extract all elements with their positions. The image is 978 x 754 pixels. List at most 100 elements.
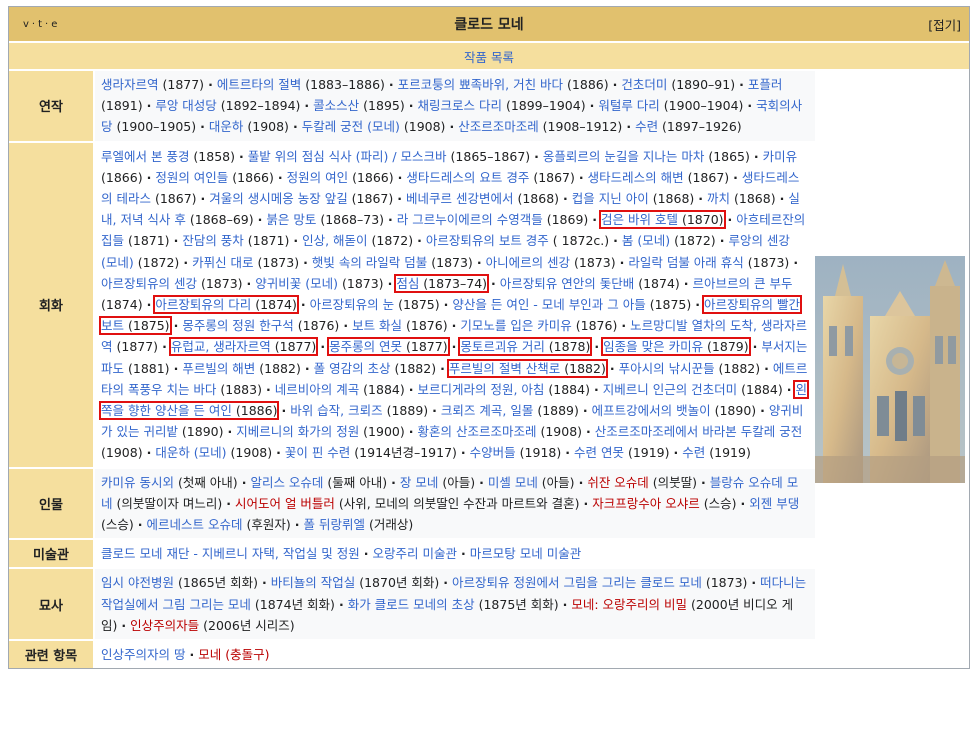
list-item: 라일락 덤불 아래 휴식 (1873) [628,255,789,270]
work-link[interactable]: 꽃이 핀 수련 [285,445,350,460]
work-link[interactable]: 폴 뒤랑뤼엘 [303,517,364,532]
work-link[interactable]: 임시 야전병원 [101,575,174,590]
work-link[interactable]: 양귀비꽃 (모네) [255,276,338,291]
work-link[interactable]: 생타드레스의 요트 경주 [406,170,529,185]
work-link[interactable]: 산조르조마조레 [458,119,539,134]
navbox-title[interactable]: 클로드 모네 [9,14,969,34]
work-link[interactable]: 아르장퇴유의 센강 [101,276,197,291]
work-link[interactable]: 루앙 대성당 [155,98,216,113]
work-link[interactable]: 아르장퇴유의 보트 경주 [426,233,549,248]
work-link[interactable]: 클로드 모네 재단 - 지베르니 자택, 작업실 및 정원 [101,546,360,561]
work-link[interactable]: 지베르니의 화가의 정원 [236,424,359,439]
work-link[interactable]: 화가 클로드 모네의 초상 [348,597,475,612]
work-link[interactable]: 에르네스트 오슈데 [147,517,243,532]
work-link[interactable]: 장 모네 [400,475,438,490]
work-link[interactable]: 건초더미 [621,77,667,92]
work-link[interactable]: 유럽교, 생라자르역 [171,339,271,354]
work-link[interactable]: 생라자르역 [101,77,159,92]
work-link[interactable]: 몽주롱의 연못 [329,339,402,354]
work-link[interactable]: 크뢰즈 계곡, 일몰 [441,403,533,418]
work-link[interactable]: 생타드레스의 해변 [588,170,684,185]
work-link[interactable]: 붉은 망토 [266,212,316,227]
work-link[interactable]: 햇빛 속의 라일락 덤불 [312,255,427,270]
work-link[interactable]: 라 그르누이에르의 수영객들 [397,212,543,227]
work-link[interactable]: 마르모탕 모네 미술관 [470,546,581,561]
work-link[interactable]: 콜소스산 [313,98,359,113]
work-link[interactable]: 인상, 해돋이 [302,233,367,248]
work-link[interactable]: 모네: 오랑주리의 비밀 [571,597,687,612]
work-link[interactable]: 채링크로스 다리 [417,98,501,113]
work-link[interactable]: 대운하 (모네) [155,445,226,460]
work-link[interactable]: 포플러 [748,77,783,92]
work-link[interactable]: 수련 [682,445,705,460]
work-link[interactable]: 정원의 여인들 [155,170,228,185]
work-link[interactable]: 아르장퇴유 연안의 돛단배 [500,276,634,291]
work-link[interactable]: 기모노를 입은 카미유 [460,318,571,333]
work-link[interactable]: 양산을 든 여인 - 모네 부인과 그 아들 [452,297,645,312]
vte-talk-link[interactable]: t [38,19,45,30]
work-link[interactable]: 바티뇰의 작업실 [271,575,355,590]
work-link[interactable]: 아니에르의 센강 [486,255,570,270]
work-link[interactable]: 루엘에서 본 풍경 [101,149,189,164]
work-link[interactable]: 점심 [396,276,419,291]
work-link[interactable]: 몽토르괴유 거리 [460,339,544,354]
work-link[interactable]: 시어도어 얼 버틀러 [235,496,335,511]
navbox-subtitle[interactable]: 작품 목록 [9,43,969,69]
work-link[interactable]: 인상주의자들 [130,618,199,633]
work-link[interactable]: 푸르빌의 절벽 산책로 [449,361,560,376]
work-link[interactable]: 카퓌신 대로 [192,255,253,270]
work-link[interactable]: 정원의 여인 [287,170,348,185]
work-link[interactable]: 수련 [635,119,658,134]
work-link[interactable]: 지베르니 인근의 건초더미 [603,382,737,397]
work-link[interactable]: 보르디게라의 정원, 아침 [418,382,545,397]
vte-view-link[interactable]: v [23,19,32,30]
work-link[interactable]: 대운하 [209,119,244,134]
work-link[interactable]: 수련 연못 [574,445,624,460]
collapse-button[interactable]: [접기] [928,15,961,34]
work-link[interactable]: 인상주의자의 땅 [101,647,185,662]
work-link[interactable]: 에트르타의 절벽 [217,77,301,92]
work-link[interactable]: 워털루 다리 [598,98,659,113]
work-link[interactable]: 라일락 덤불 아래 휴식 [628,255,743,270]
work-link[interactable]: 황혼의 산조르조마조레 [418,424,537,439]
work-link[interactable]: 봄 (모네) [622,233,670,248]
work-link[interactable]: 보트 화실 [352,318,402,333]
work-link[interactable]: 에프트강에서의 뱃놀이 [592,403,711,418]
work-link[interactable]: 알리스 오슈데 [250,475,323,490]
work-link[interactable]: 겨울의 생시메옹 농장 앞길 [209,191,347,206]
work-link[interactable]: 폴 영감의 초상 [314,361,391,376]
work-link[interactable]: 옹플뢰르의 눈길을 지나는 마차 [543,149,704,164]
work-link[interactable]: 포르코퉁의 뾰족바위, 거친 바다 [398,77,563,92]
work-link[interactable]: 산조르조마조레에서 바라본 두칼레 궁전 [595,424,802,439]
vte-edit-link[interactable]: e [51,19,60,30]
work-link[interactable]: 오랑주리 미술관 [373,546,457,561]
work-link[interactable]: 자크프랑수아 오샤르 [592,496,699,511]
work-link[interactable]: 잔담의 풍차 [182,233,243,248]
work-link[interactable]: 베네쿠르 센강변에서 [406,191,513,206]
work-link[interactable]: 몽주롱의 정원 한구석 [182,318,293,333]
work-link[interactable]: 까치 [707,191,730,206]
work-link[interactable]: 아르장퇴유의 다리 [155,297,251,312]
work-link[interactable]: 푸아시의 낚시꾼들 [619,361,715,376]
work-link[interactable]: 네르비아의 계곡 [275,382,359,397]
work-link[interactable]: 르아브르의 큰 부두 [693,276,793,291]
separator-dot: · [451,339,457,355]
rouen-cathedral-painting[interactable] [815,256,965,484]
work-link[interactable]: 두칼레 궁전 (모네) [302,119,400,134]
work-note: (1865–1867) [446,148,531,164]
work-link[interactable]: 컵을 지닌 아이 [572,191,649,206]
work-link[interactable]: 아르장퇴유 정원에서 그림을 그리는 클로드 모네 [452,575,702,590]
work-link[interactable]: 외젠 부댕 [749,496,799,511]
work-link[interactable]: 풀밭 위의 점심 식사 (파리) / 모스크바 [248,149,447,164]
work-link[interactable]: 카미유 동시외 [101,475,174,490]
work-link[interactable]: 아르장퇴유의 눈 [310,297,394,312]
work-link[interactable]: 검은 바위 호텔 [601,212,678,227]
work-link[interactable]: 모네 (충돌구) [198,647,269,662]
work-link[interactable]: 임종을 맞은 카미유 [603,339,703,354]
work-link[interactable]: 바위 습작, 크뢰즈 [290,403,382,418]
work-link[interactable]: 푸르빌의 해변 [182,361,255,376]
work-link[interactable]: 쉬잔 오슈데 [587,475,648,490]
work-link[interactable]: 수양버들 [470,445,516,460]
work-link[interactable]: 카미유 [763,149,798,164]
work-link[interactable]: 미셸 모네 [488,475,538,490]
